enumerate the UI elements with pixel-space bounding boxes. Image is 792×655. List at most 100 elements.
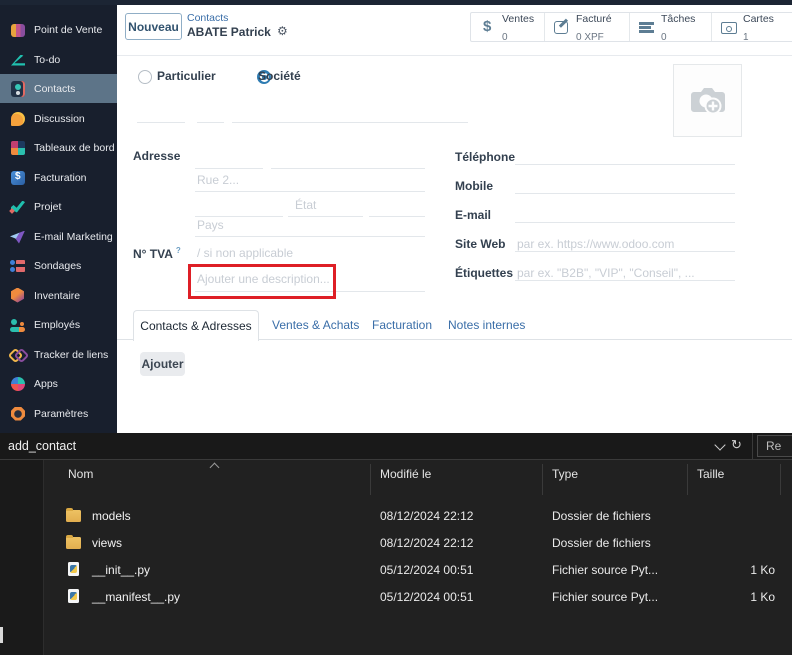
website-input[interactable]	[515, 237, 735, 252]
tab-contacts-adresses[interactable]: Contacts & Adresses	[133, 310, 259, 341]
gear-icon[interactable]	[277, 24, 288, 38]
street-input[interactable]	[195, 154, 263, 169]
tab-notes-internes[interactable]: Notes internes	[448, 318, 525, 332]
column-divider[interactable]	[687, 464, 688, 495]
sidebar-item-apps[interactable]: Apps	[0, 369, 117, 398]
country-input[interactable]	[195, 222, 425, 237]
breadcrumb-record: ABATE Patrick	[187, 25, 271, 39]
breadcrumb-app[interactable]: Contacts	[187, 12, 228, 24]
file-type: Fichier source Pyt...	[552, 562, 659, 577]
mobile-input[interactable]	[515, 179, 735, 194]
sidebar-item-label: Inventaire	[34, 289, 81, 302]
street-input-2[interactable]	[271, 154, 425, 169]
column-header-nom[interactable]: Nom	[68, 467, 93, 481]
todo-icon	[10, 52, 26, 68]
file-type: Dossier de fichiers	[552, 535, 651, 550]
radio-particulier[interactable]	[138, 70, 152, 84]
tab-facturation[interactable]: Facturation	[372, 318, 432, 332]
explorer-nav-pane	[0, 460, 44, 655]
file-modified: 08/12/2024 22:12	[380, 508, 474, 523]
city-input[interactable]	[195, 202, 283, 217]
explorer-address-bar[interactable]: add_contact	[0, 433, 792, 460]
stat-taches[interactable]: Tâches 0	[630, 13, 712, 43]
stat-value: 1	[743, 32, 749, 43]
file-modified: 08/12/2024 22:12	[380, 535, 474, 550]
annotation-red-box	[188, 264, 336, 299]
new-button[interactable]: Nouveau	[125, 13, 182, 40]
email-input[interactable]	[515, 208, 735, 223]
point-of-sale-icon	[10, 22, 26, 38]
name-extra-input[interactable]	[197, 108, 224, 123]
tab-ventes-achats[interactable]: Ventes & Achats	[272, 318, 359, 332]
sidebar-item-tracker-de-liens[interactable]: Tracker de liens	[0, 340, 117, 369]
column-divider[interactable]	[780, 464, 781, 495]
file-modified: 05/12/2024 00:51	[380, 589, 474, 604]
sort-ascending-icon[interactable]	[209, 462, 220, 473]
sidebar-item-projet[interactable]: Projet	[0, 192, 117, 221]
refresh-icon[interactable]	[731, 437, 742, 453]
address-label: Adresse	[133, 149, 181, 163]
project-icon	[10, 199, 26, 215]
zip-input[interactable]	[369, 202, 425, 217]
file-row-manifest[interactable]: __manifest__.py 05/12/2024 00:51 Fichier…	[43, 583, 792, 610]
sidebar-item-contacts[interactable]: Contacts	[0, 74, 117, 103]
settings-icon	[10, 406, 26, 422]
tags-input[interactable]	[515, 266, 735, 281]
sidebar-item-label: Sondages	[34, 259, 82, 272]
column-divider[interactable]	[370, 464, 371, 495]
folder-icon	[66, 534, 81, 549]
add-button[interactable]: Ajouter	[140, 352, 185, 376]
file-explorer: add_contact Re Nom Modifié le Type Taill…	[0, 433, 792, 655]
stat-label: Tâches	[661, 13, 696, 26]
sidebar-item-email-marketing[interactable]: E-mail Marketing	[0, 222, 117, 251]
card-icon	[721, 19, 737, 35]
dashboards-icon	[10, 140, 26, 156]
stat-facture[interactable]: Facturé 0 XPF	[545, 13, 630, 43]
sidebar-item-employes[interactable]: Employés	[0, 310, 117, 339]
odoo-main-area: Nouveau Contacts ABATE Patrick Ventes 0 F…	[117, 5, 792, 433]
sidebar-item-label: To-do	[34, 53, 61, 66]
file-type: Fichier source Pyt...	[552, 589, 659, 604]
sidebar-item-sondages[interactable]: Sondages	[0, 251, 117, 280]
column-header-modifie[interactable]: Modifié le	[380, 467, 431, 481]
column-header-taille[interactable]: Taille	[697, 467, 724, 481]
file-name: __init__.py	[92, 562, 151, 577]
state-input[interactable]	[288, 202, 363, 217]
company-name-input[interactable]	[137, 108, 185, 123]
addressbar-separator	[752, 433, 753, 459]
sidebar-item-label: E-mail Marketing	[34, 230, 113, 243]
file-name: views	[92, 535, 123, 550]
stat-value: 0	[661, 32, 667, 43]
contacts-icon	[10, 80, 26, 97]
column-divider[interactable]	[542, 464, 543, 495]
search-input[interactable]: Re	[757, 435, 792, 457]
inventory-icon	[10, 288, 26, 304]
stat-cartes[interactable]: Cartes 1	[712, 13, 792, 43]
radio-particulier-label[interactable]: Particulier	[157, 69, 216, 83]
mobile-label: Mobile	[455, 179, 493, 193]
sidebar-item-parametres[interactable]: Paramètres	[0, 399, 117, 428]
file-row-views[interactable]: views 08/12/2024 22:12 Dossier de fichie…	[43, 529, 792, 556]
stat-label: Ventes	[502, 13, 535, 26]
sidebar-item-point-de-vente[interactable]: Point de Vente	[0, 15, 117, 44]
file-row-init[interactable]: __init__.py 05/12/2024 00:51 Fichier sou…	[43, 556, 792, 583]
sidebar-item-facturation[interactable]: Facturation	[0, 163, 117, 192]
column-header-type[interactable]: Type	[552, 467, 578, 481]
stat-ventes[interactable]: Ventes 0	[471, 13, 545, 43]
phone-input[interactable]	[515, 150, 735, 165]
sidebar-item-label: Paramètres	[34, 407, 89, 420]
vat-help-badge[interactable]: ?	[176, 246, 181, 255]
sidebar-item-label: Tableaux de bord	[34, 141, 115, 154]
name-extra-input-2[interactable]	[232, 108, 468, 123]
sidebar-item-todo[interactable]: To-do	[0, 45, 117, 74]
radio-societe-label[interactable]: Société	[258, 69, 301, 83]
sidebar-item-tableaux-de-bord[interactable]: Tableaux de bord	[0, 133, 117, 162]
stat-value: 0	[502, 32, 508, 43]
address-path[interactable]: add_contact	[8, 439, 76, 453]
street2-input[interactable]	[195, 177, 425, 192]
sidebar-item-discussion[interactable]: Discussion	[0, 104, 117, 133]
file-name: models	[92, 508, 131, 523]
sidebar-item-inventaire[interactable]: Inventaire	[0, 281, 117, 310]
file-row-models[interactable]: models 08/12/2024 22:12 Dossier de fichi…	[43, 502, 792, 529]
contact-photo-placeholder[interactable]	[673, 64, 742, 137]
